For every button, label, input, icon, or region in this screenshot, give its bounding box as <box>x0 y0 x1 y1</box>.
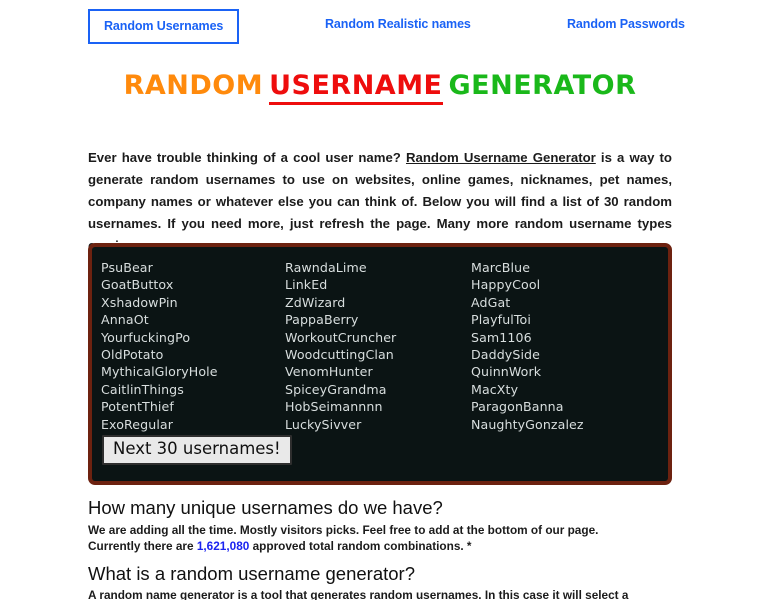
username-item: PsuBear <box>101 260 153 275</box>
intro-text-part1: Ever have trouble thinking of a cool use… <box>88 150 406 166</box>
nav-link-random-usernames[interactable]: Random Usernames <box>88 9 240 44</box>
username-item: AdGat <box>471 294 511 310</box>
username-item: Sam1106 <box>471 329 532 345</box>
username-item: AnnaOt <box>101 312 149 328</box>
username-item: PlayfulToi <box>471 312 531 328</box>
username-item: RawndaLime <box>285 260 367 275</box>
username-item: HappyCool <box>471 277 541 293</box>
site-logo: RANDOM USERNAME GENERATOR <box>0 70 760 118</box>
username-item: ZdWizard <box>285 294 346 310</box>
next-30-usernames-button[interactable]: Next 30 usernames! <box>102 435 292 465</box>
username-item: WorkoutCruncher <box>285 329 397 345</box>
username-item: LuckySivver <box>285 416 362 432</box>
nav-link-random-passwords[interactable]: Random Passwords <box>567 17 685 31</box>
username-item: HobSeimannnn <box>285 399 383 415</box>
intro-text-part2: is a way to generate random usernames to… <box>88 150 672 253</box>
username-item: XshadowPin <box>101 294 178 310</box>
username-columns: PsuBear GoatButtox XshadowPin AnnaOt You… <box>92 259 668 433</box>
username-item: VenomHunter <box>285 364 373 380</box>
page-root: Random Usernames Random Realistic names … <box>0 0 760 600</box>
heading-what-is-generator: What is a random username generator? <box>88 563 416 584</box>
username-item: PotentThief <box>101 399 174 415</box>
intro-emphasis-random-username-generator: Random Username Generator <box>405 150 596 166</box>
logo-word-random: RANDOM <box>123 70 264 101</box>
combinations-suffix: approved total random combinations. * <box>249 539 472 553</box>
total-combinations-count: 1,621,080 <box>196 539 250 553</box>
username-item: SpiceyGrandma <box>285 381 387 397</box>
heading-how-many-unique: How many unique usernames do we have? <box>88 497 443 518</box>
username-column-2: RawndaLime LinkEd ZdWizard PappaBerry Wo… <box>285 259 471 433</box>
username-item: MacXty <box>471 381 519 397</box>
username-item: PappaBerry <box>285 312 359 328</box>
username-column-3: MarcBlue HappyCool AdGat PlayfulToi Sam1… <box>471 259 661 433</box>
unique-description-line2: Currently there are 1,621,080 approved t… <box>88 537 672 555</box>
username-item: MarcBlue <box>471 260 531 275</box>
username-item: YourfuckingPo <box>101 329 191 345</box>
username-item: DaddySide <box>471 347 540 363</box>
username-item: LinkEd <box>285 277 328 293</box>
nav-link-random-realistic-names[interactable]: Random Realistic names <box>325 17 471 31</box>
combinations-prefix: Currently there are <box>88 539 197 553</box>
username-column-1: PsuBear GoatButtox XshadowPin AnnaOt You… <box>92 259 285 433</box>
username-item: ExoRegular <box>101 416 174 432</box>
username-item: QuinnWork <box>471 364 542 380</box>
username-item: WoodcuttingClan <box>285 347 394 363</box>
logo-word-generator: GENERATOR <box>448 70 637 101</box>
what-is-description-line1: A random name generator is a tool that g… <box>88 588 629 600</box>
username-item: GoatButtox <box>101 277 174 293</box>
top-navigation: Random Usernames Random Realistic names … <box>0 0 760 48</box>
logo-word-username: USERNAME <box>269 70 443 105</box>
username-item: MythicalGloryHole <box>101 364 218 380</box>
logo-text: RANDOM USERNAME GENERATOR <box>123 70 637 105</box>
username-item: OldPotato <box>101 347 164 363</box>
username-item: NaughtyGonzalez <box>471 416 584 432</box>
username-results-box: PsuBear GoatButtox XshadowPin AnnaOt You… <box>88 243 672 485</box>
intro-paragraph: Ever have trouble thinking of a cool use… <box>88 147 672 257</box>
username-item: CaitlinThings <box>101 381 184 397</box>
username-item: ParagonBanna <box>471 399 564 415</box>
